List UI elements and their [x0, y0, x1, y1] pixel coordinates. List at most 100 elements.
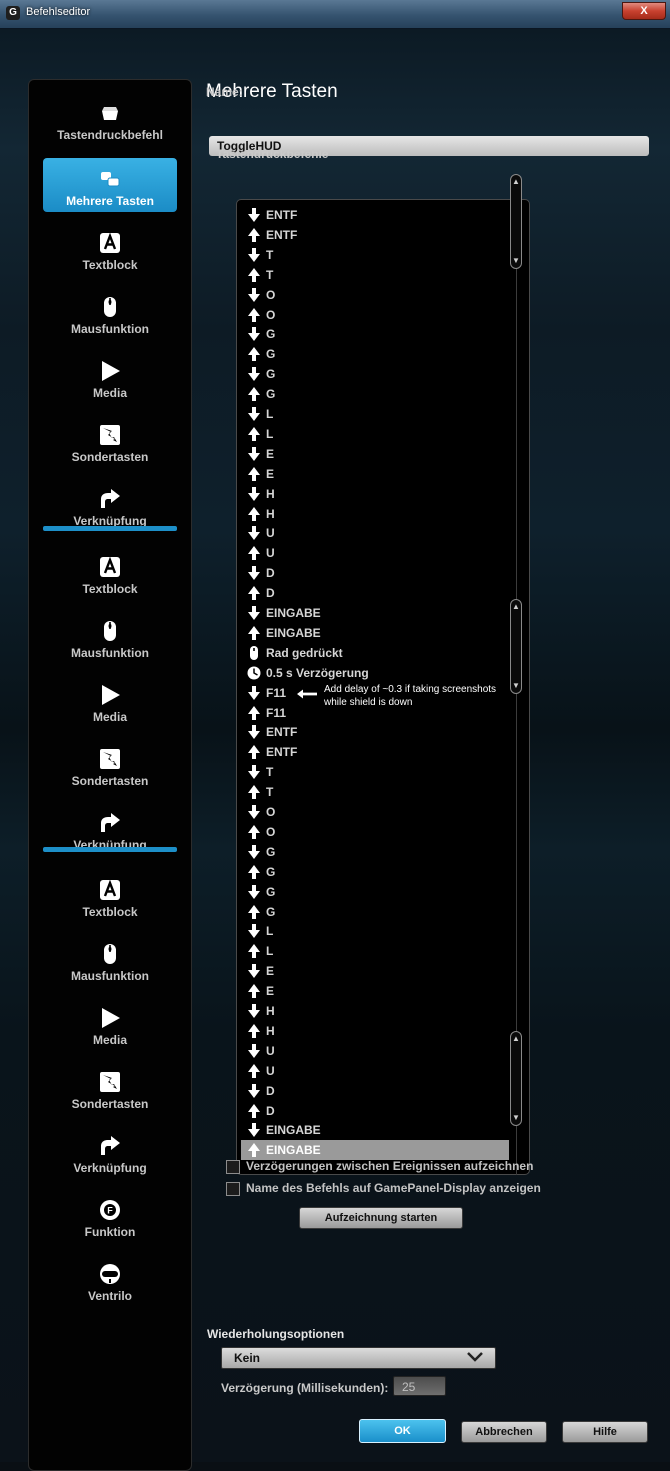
event-row[interactable]: E [241, 464, 509, 484]
sidebar-item-mausfunktion[interactable]: Mausfunktion [43, 610, 177, 664]
event-row[interactable]: ENTF [241, 722, 509, 742]
event-row[interactable]: EINGABE [241, 623, 509, 643]
event-row[interactable]: T [241, 245, 509, 265]
sidebar-item-label: Sondertasten [71, 450, 149, 464]
event-row[interactable]: ENTF [241, 742, 509, 762]
event-row[interactable]: E [241, 961, 509, 981]
repeat-options-select[interactable]: Kein [221, 1347, 496, 1369]
sidebar-item-ventrilo[interactable]: Ventrilo [43, 1253, 177, 1307]
sidebar-item-textblock[interactable]: Textblock [43, 546, 177, 600]
event-row[interactable]: G [241, 324, 509, 344]
checkbox-box[interactable] [226, 1182, 240, 1196]
event-row[interactable]: T [241, 762, 509, 782]
event-row[interactable]: G [241, 842, 509, 862]
event-row[interactable]: U [241, 1061, 509, 1081]
help-button[interactable]: Hilfe [562, 1421, 648, 1443]
event-row[interactable]: L [241, 424, 509, 444]
event-row[interactable]: O [241, 822, 509, 842]
event-row[interactable]: G [241, 364, 509, 384]
event-row[interactable]: H [241, 1021, 509, 1041]
event-text: O [266, 824, 276, 839]
event-row[interactable]: U [241, 523, 509, 543]
key-down-arrow-icon [247, 606, 261, 620]
event-row[interactable]: D [241, 1101, 509, 1121]
event-row[interactable]: Rad gedrückt [241, 643, 509, 663]
key-down-arrow-icon [247, 685, 261, 700]
ventrilo-headset-icon [99, 1263, 121, 1285]
event-row[interactable]: O [241, 285, 509, 305]
event-row[interactable]: 0.5 s Verzögerung [241, 663, 509, 683]
sidebar-item-label: Sondertasten [71, 1097, 149, 1111]
event-text: EINGABE [266, 625, 321, 640]
key-down-arrow-icon [247, 327, 261, 342]
event-row[interactable]: EINGABE [241, 1140, 509, 1161]
title-bar[interactable]: G Befehlseditor X [0, 0, 670, 29]
sidebar-item-sondertasten[interactable]: Sondertasten [43, 414, 177, 468]
sidebar-item-tastendruckbefehl[interactable]: Tastendruckbefehl [43, 92, 177, 146]
event-text: L [266, 407, 274, 421]
sidebar-item-funktion[interactable]: F Funktion [43, 1189, 177, 1243]
keystroke-icon [99, 102, 121, 124]
sidebar-item-verknüpfung[interactable]: Verknüpfung [43, 1125, 177, 1179]
event-row[interactable]: L [241, 921, 509, 941]
sidebar-item-textblock[interactable]: Textblock [43, 222, 177, 276]
sidebar-item-mausfunktion[interactable]: Mausfunktion [43, 286, 177, 340]
key-down-arrow-icon [247, 446, 261, 461]
sidebar-item-mehrere-tasten[interactable]: Mehrere Tasten [43, 158, 177, 212]
event-row[interactable]: G [241, 384, 509, 404]
sidebar-item-label: Mausfunktion [71, 646, 149, 660]
event-row[interactable]: G [241, 862, 509, 882]
sidebar-item-verknüpfung[interactable]: Verknüpfung [43, 478, 177, 532]
event-row[interactable]: T [241, 265, 509, 285]
event-text: G [266, 327, 276, 342]
key-up-arrow-icon [247, 904, 261, 919]
start-recording-button[interactable]: Aufzeichnung starten [299, 1207, 463, 1229]
scrollbar-thumb[interactable]: ▲ ▼ [510, 1031, 522, 1126]
sidebar-item-label: Textblock [82, 905, 138, 919]
sidebar-item-sondertasten[interactable]: Sondertasten [43, 738, 177, 792]
event-row[interactable]: U [241, 543, 509, 563]
sidebar-item-media[interactable]: Media [43, 674, 177, 728]
event-row[interactable]: O [241, 305, 509, 325]
delay-ms-input[interactable]: 25 [393, 1376, 446, 1396]
key-down-arrow-icon [247, 407, 261, 421]
key-down-arrow-icon [247, 208, 261, 222]
event-row[interactable]: L [241, 941, 509, 961]
event-row[interactable]: ENTF [241, 225, 509, 245]
sidebar-item-textblock[interactable]: Textblock [43, 869, 177, 923]
sidebar-item-mausfunktion[interactable]: Mausfunktion [43, 933, 177, 987]
sidebar-item-media[interactable]: Media [43, 997, 177, 1051]
event-row[interactable]: L [241, 404, 509, 424]
event-row[interactable]: H [241, 484, 509, 504]
repeat-select-value: Kein [234, 1351, 261, 1365]
event-row[interactable]: D [241, 1081, 509, 1101]
event-row[interactable]: EINGABE [241, 603, 509, 623]
event-row[interactable]: D [241, 563, 509, 583]
event-row[interactable]: H [241, 1001, 509, 1021]
key-up-arrow-icon [247, 426, 261, 441]
scrollbar-thumb[interactable]: ▲ ▼ [510, 174, 522, 269]
event-text: G [266, 864, 276, 879]
hotkey-icon [99, 1071, 121, 1093]
scrollbar-thumb[interactable]: ▲ ▼ [510, 599, 522, 694]
event-row[interactable]: ENTF [241, 205, 509, 225]
checkbox-box[interactable] [226, 1160, 240, 1174]
event-row[interactable]: O [241, 802, 509, 822]
event-row[interactable]: EINGABE [241, 1120, 509, 1140]
event-row[interactable]: G [241, 882, 509, 902]
key-up-arrow-icon [247, 546, 261, 561]
event-row[interactable]: E [241, 981, 509, 1001]
cancel-button[interactable]: Abbrechen [461, 1421, 547, 1443]
event-row[interactable]: G [241, 902, 509, 922]
close-button[interactable]: X [622, 2, 666, 20]
event-row[interactable]: U [241, 1041, 509, 1061]
event-row[interactable]: E [241, 444, 509, 464]
event-row[interactable]: D [241, 583, 509, 603]
ok-button[interactable]: OK [359, 1419, 446, 1443]
event-row[interactable]: T [241, 782, 509, 802]
sidebar-item-sondertasten[interactable]: Sondertasten [43, 1061, 177, 1115]
sidebar-item-media[interactable]: Media [43, 350, 177, 404]
key-down-arrow-icon [247, 566, 261, 581]
event-row[interactable]: H [241, 504, 509, 524]
event-row[interactable]: G [241, 344, 509, 364]
